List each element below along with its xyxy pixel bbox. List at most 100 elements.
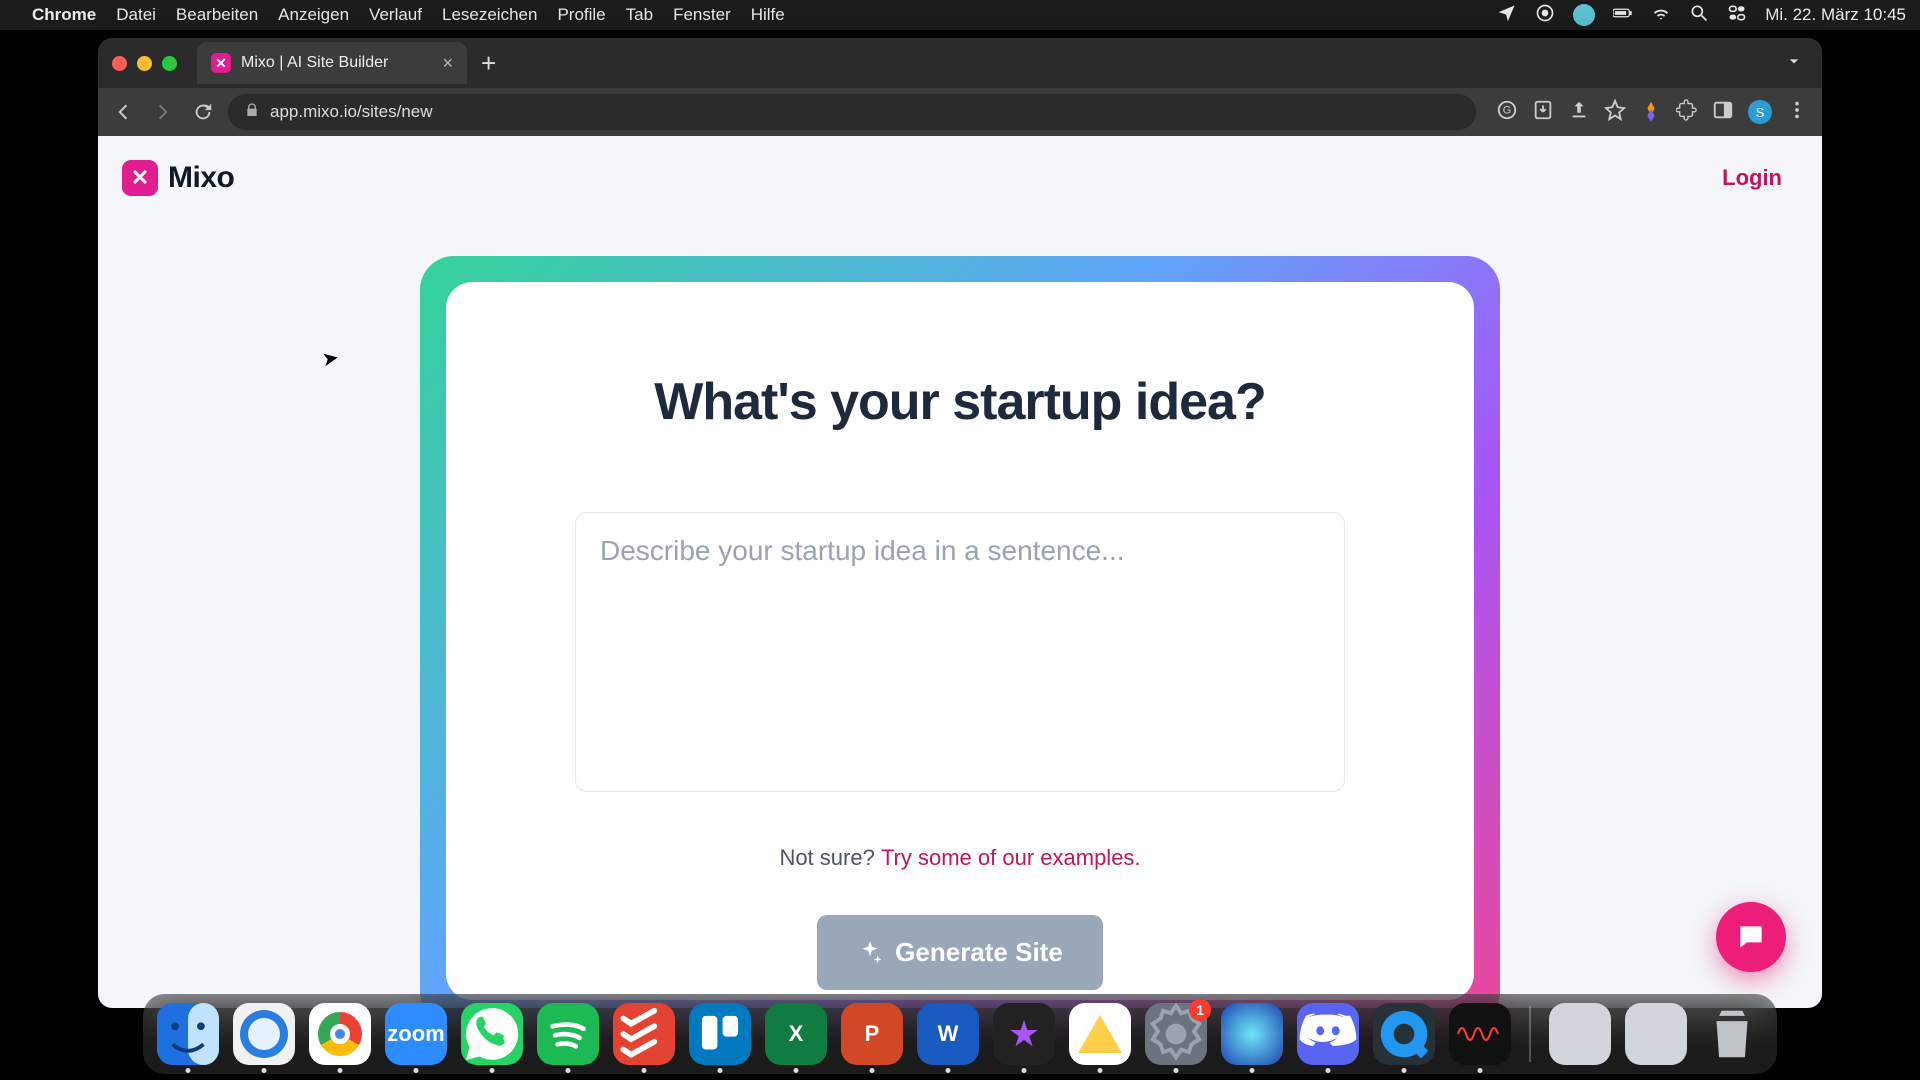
extension-color-icon[interactable] <box>1640 101 1662 123</box>
maximize-window-button[interactable] <box>162 56 177 71</box>
menu-item-datei[interactable]: Datei <box>116 5 156 25</box>
running-indicator-icon <box>1402 1068 1407 1073</box>
examples-hint: Not sure? Try some of our examples. <box>566 845 1354 871</box>
dock-app-trello[interactable] <box>689 1003 751 1065</box>
running-indicator-icon <box>1174 1068 1179 1073</box>
login-link[interactable]: Login <box>1722 165 1782 191</box>
running-indicator-icon <box>1478 1068 1483 1073</box>
window-controls <box>112 56 177 71</box>
dock-app-voicememos[interactable] <box>1449 1003 1511 1065</box>
dock-separator <box>1529 1006 1531 1062</box>
dock-app-app-generic-2[interactable] <box>1625 1003 1687 1065</box>
tabs-overflow-button[interactable] <box>1784 51 1804 76</box>
back-button[interactable] <box>108 97 138 127</box>
dock-app-finder[interactable] <box>157 1003 219 1065</box>
tab-close-button[interactable]: × <box>442 53 453 74</box>
dock-app-todoist[interactable] <box>613 1003 675 1065</box>
hero-card: What's your startup idea? Not sure? Try … <box>446 282 1474 1000</box>
generate-site-button[interactable]: Generate Site <box>817 915 1103 990</box>
hero-gradient-frame: What's your startup idea? Not sure? Try … <box>420 256 1500 1008</box>
minimize-window-button[interactable] <box>137 56 152 71</box>
dock-app-settings[interactable]: 1 <box>1145 1003 1207 1065</box>
menu-item-tab[interactable]: Tab <box>626 5 653 25</box>
chat-fab[interactable] <box>1716 902 1786 972</box>
wifi-icon[interactable] <box>1651 3 1671 28</box>
dock-app-word[interactable]: W <box>917 1003 979 1065</box>
running-indicator-icon <box>642 1068 647 1073</box>
chrome-window: ✕ Mixo | AI Site Builder × + app.mixo.io… <box>98 38 1822 1008</box>
page-content: ✕ Mixo Login What's your startup idea? N… <box>98 136 1822 1008</box>
generate-site-label: Generate Site <box>895 937 1063 968</box>
idea-textarea[interactable] <box>575 512 1345 792</box>
menu-item-bearbeiten[interactable]: Bearbeiten <box>176 5 258 25</box>
running-indicator-icon <box>794 1068 799 1073</box>
reload-button[interactable] <box>188 97 218 127</box>
dock-app-zoom[interactable]: zoom <box>385 1003 447 1065</box>
dock-app-powerpoint[interactable]: P <box>841 1003 903 1065</box>
extensions-icon[interactable] <box>1676 99 1698 126</box>
dock-app-safari[interactable] <box>233 1003 295 1065</box>
menu-item-profile[interactable]: Profile <box>557 5 605 25</box>
menu-item-lesezeichen[interactable]: Lesezeichen <box>442 5 537 25</box>
dock-app-gdrive[interactable] <box>1069 1003 1131 1065</box>
dock-app-imovie[interactable]: ★ <box>993 1003 1055 1065</box>
menubar-clock[interactable]: Mi. 22. März 10:45 <box>1765 5 1906 25</box>
profile-avatar[interactable]: S <box>1748 100 1772 124</box>
toolbar: app.mixo.io/sites/new G S <box>98 88 1822 136</box>
url-text: app.mixo.io/sites/new <box>270 102 433 122</box>
record-icon[interactable] <box>1535 3 1555 28</box>
dock: zoom XPW★ 1 <box>143 994 1777 1074</box>
dock-app-spotify[interactable] <box>537 1003 599 1065</box>
bookmark-icon[interactable] <box>1604 99 1626 126</box>
dock-app-whatsapp[interactable] <box>461 1003 523 1065</box>
install-app-icon[interactable] <box>1532 99 1554 126</box>
running-indicator-icon <box>262 1068 267 1073</box>
share-icon[interactable] <box>1568 99 1590 126</box>
location-icon[interactable] <box>1497 3 1517 28</box>
dock-app-chrome[interactable] <box>309 1003 371 1065</box>
control-center-icon[interactable] <box>1727 3 1747 28</box>
status-indicator-icon[interactable] <box>1573 4 1595 26</box>
spotlight-icon[interactable] <box>1689 3 1709 28</box>
dock-app-excel[interactable]: X <box>765 1003 827 1065</box>
browser-tab[interactable]: ✕ Mixo | AI Site Builder × <box>197 42 467 84</box>
tab-strip: ✕ Mixo | AI Site Builder × + <box>98 38 1822 88</box>
active-app-name[interactable]: Chrome <box>32 5 96 25</box>
address-bar[interactable]: app.mixo.io/sites/new <box>228 94 1476 130</box>
new-tab-button[interactable]: + <box>481 48 496 79</box>
running-indicator-icon <box>414 1068 419 1073</box>
lock-icon <box>244 102 260 123</box>
battery-icon[interactable] <box>1613 3 1633 28</box>
running-indicator-icon <box>186 1068 191 1073</box>
close-window-button[interactable] <box>112 56 127 71</box>
dock-app-quicktime[interactable] <box>1373 1003 1435 1065</box>
running-indicator-icon <box>1326 1068 1331 1073</box>
mixo-logo-icon: ✕ <box>122 160 158 196</box>
menu-item-verlauf[interactable]: Verlauf <box>369 5 422 25</box>
running-indicator-icon <box>718 1068 723 1073</box>
macos-menu-bar: Chrome Datei Bearbeiten Anzeigen Verlauf Les… <box>0 0 1920 30</box>
google-service-icon[interactable]: G <box>1496 99 1518 126</box>
dock-app-discord[interactable] <box>1297 1003 1359 1065</box>
running-indicator-icon <box>490 1068 495 1073</box>
dock-badge: 1 <box>1189 999 1211 1021</box>
examples-link[interactable]: Try some of our examples. <box>881 845 1141 870</box>
sparkle-icon <box>857 940 883 966</box>
mixo-logo[interactable]: ✕ Mixo <box>122 160 234 196</box>
dock-app-trash[interactable] <box>1701 1003 1763 1065</box>
svg-text:G: G <box>1503 104 1512 116</box>
menu-item-fenster[interactable]: Fenster <box>673 5 731 25</box>
running-indicator-icon <box>1098 1068 1103 1073</box>
sidepanel-icon[interactable] <box>1712 99 1734 126</box>
dock-app-app-teal[interactable] <box>1221 1003 1283 1065</box>
menu-item-hilfe[interactable]: Hilfe <box>751 5 785 25</box>
running-indicator-icon <box>946 1068 951 1073</box>
tab-favicon-icon: ✕ <box>211 53 231 73</box>
dock-app-app-generic-1[interactable] <box>1549 1003 1611 1065</box>
forward-button[interactable] <box>148 97 178 127</box>
mixo-wordmark: Mixo <box>168 161 234 195</box>
chrome-menu-icon[interactable] <box>1786 99 1808 126</box>
running-indicator-icon <box>338 1068 343 1073</box>
mouse-cursor-icon: ➤ <box>320 345 341 373</box>
menu-item-anzeigen[interactable]: Anzeigen <box>278 5 349 25</box>
